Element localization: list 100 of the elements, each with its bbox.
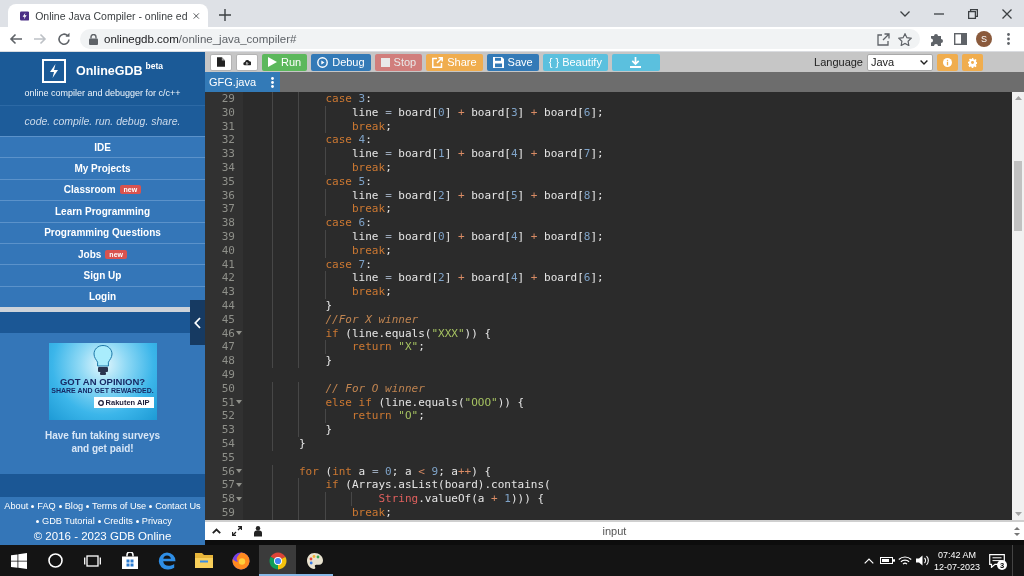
line-number: 35 <box>221 174 235 189</box>
star-icon[interactable] <box>898 32 912 46</box>
site-name[interactable]: OnlineGDB <box>75 64 143 78</box>
scrollbar-thumb[interactable] <box>1014 161 1022 231</box>
code-editor[interactable] <box>205 92 1024 520</box>
caret-up-icon[interactable] <box>212 528 221 534</box>
code-line: // For O winner <box>325 381 425 396</box>
save-button[interactable]: Save <box>486 53 539 71</box>
restore-icon[interactable] <box>968 8 978 19</box>
kebab-menu-icon[interactable] <box>1006 33 1010 45</box>
code-line: break; <box>352 119 392 134</box>
browser-icon[interactable] <box>268 551 287 570</box>
expand-arrows-icon[interactable] <box>232 526 242 536</box>
minimize-icon[interactable] <box>934 12 944 15</box>
search-icon[interactable] <box>48 553 63 568</box>
line-number: 43 <box>221 285 235 299</box>
footer-link[interactable]: About <box>4 499 29 515</box>
clock-date[interactable]: 12-07-2023 <box>933 560 980 573</box>
address-bar[interactable]: onlinegdb.com/online_java_compiler# <box>80 29 920 49</box>
scroll-down-icon[interactable] <box>1014 532 1020 536</box>
sidebar-link[interactable]: Programming Questions <box>0 221 205 243</box>
upload-button[interactable] <box>236 53 258 71</box>
file-icon[interactable] <box>217 56 225 68</box>
fox-browser-icon[interactable] <box>231 551 250 570</box>
fold-icon[interactable] <box>236 469 242 474</box>
profile-avatar[interactable]: S <box>976 31 992 47</box>
debug-button[interactable]: Debug <box>311 53 371 71</box>
code-line: line = board[2] + board[4] + board[6]; <box>352 271 604 286</box>
scroll-up-icon[interactable] <box>1014 526 1020 530</box>
footer-link[interactable]: Contact Us <box>155 499 201 515</box>
footer-link[interactable]: GDB Tutorial <box>42 514 95 530</box>
chevron-down-icon[interactable] <box>900 10 910 17</box>
person-icon[interactable] <box>253 525 263 537</box>
swirl-logo-icon[interactable] <box>157 551 176 570</box>
line-number: 30 <box>221 105 235 120</box>
scrollbar[interactable] <box>1012 92 1024 520</box>
fold-icon[interactable] <box>236 497 242 501</box>
footer-link[interactable]: Privacy <box>141 514 172 530</box>
footer-link[interactable]: FAQ <box>37 499 56 515</box>
battery-icon[interactable] <box>879 556 895 565</box>
side-panel-icon[interactable] <box>953 33 967 45</box>
footer-link[interactable]: Blog <box>64 499 84 515</box>
line-number: 58 <box>221 492 235 506</box>
task-view-icon[interactable] <box>84 553 101 568</box>
code-line: case 5: <box>325 174 372 189</box>
code-line: } <box>325 354 333 368</box>
puzzle-icon[interactable] <box>929 32 943 46</box>
code-line: if (line.equals("XXX")) { <box>325 326 492 341</box>
line-number: 53 <box>221 423 235 437</box>
reload-icon[interactable] <box>57 32 71 46</box>
code-line: break; <box>352 243 392 258</box>
play-circle-icon[interactable] <box>317 56 329 68</box>
line-number: 57 <box>221 478 235 493</box>
line-number: 55 <box>221 450 235 465</box>
palette-icon[interactable] <box>305 551 324 570</box>
kebab-menu-icon[interactable] <box>271 76 274 88</box>
save-icon[interactable] <box>492 56 504 68</box>
clock-time[interactable]: 07:42 AM <box>938 548 976 561</box>
sidebar-link[interactable]: Learn Programming <box>0 200 205 222</box>
sidebar-link[interactable]: Sign Up <box>0 264 205 286</box>
wifi-icon[interactable] <box>898 555 912 566</box>
code-line: case 4: <box>325 133 372 148</box>
plus-icon[interactable] <box>219 8 231 21</box>
collapse-sidebar-button[interactable] <box>190 300 205 345</box>
browser-tab[interactable]: Online Java Compiler - online ed <box>8 4 208 27</box>
chevron-up-icon[interactable] <box>864 557 874 564</box>
back-arrow-icon[interactable] <box>9 32 23 46</box>
shopping-bag-icon[interactable] <box>121 552 138 569</box>
new-file-button[interactable] <box>210 53 232 71</box>
line-number: 47 <box>221 340 235 355</box>
file-tab[interactable]: GFG.java <box>205 72 280 92</box>
sidebar-link[interactable]: My Projects <box>0 157 205 179</box>
chevron-down-icon[interactable] <box>920 59 928 65</box>
tagline-banner: code. compile. run. debug. share. <box>0 106 205 136</box>
code-line: } <box>325 423 333 437</box>
line-number: 59 <box>221 505 235 520</box>
lightning-logo-icon[interactable] <box>41 59 66 83</box>
code-line: //For X winner <box>325 312 419 327</box>
folder-icon[interactable] <box>194 553 213 568</box>
notification-icon[interactable] <box>989 553 1005 568</box>
line-number: 56 <box>221 464 235 479</box>
line-number: 45 <box>221 312 235 327</box>
footer-link[interactable]: Credits <box>103 514 133 530</box>
fold-icon[interactable] <box>236 483 242 488</box>
taskbar-button[interactable] <box>259 545 296 576</box>
close-icon[interactable] <box>193 10 200 21</box>
site-subtitle: online compiler and debugger for c/c++ <box>24 88 181 98</box>
chevron-left-icon[interactable] <box>194 316 201 329</box>
ad-headline: GOT AN OPINION? <box>59 376 146 388</box>
language-select[interactable]: Java <box>867 53 933 71</box>
copyright-text: © 2016 - 2023 GDB Online <box>33 529 172 545</box>
fold-icon[interactable] <box>236 400 242 405</box>
start-icon[interactable] <box>10 552 27 569</box>
sidebar-link[interactable]: IDE <box>0 136 205 158</box>
close-icon[interactable] <box>1002 8 1012 19</box>
run-button[interactable]: Run <box>262 53 308 71</box>
fold-icon[interactable] <box>236 331 242 336</box>
volume-icon[interactable] <box>916 555 930 566</box>
share-icon[interactable] <box>877 32 890 46</box>
footer-link[interactable]: Terms of Use <box>92 499 147 515</box>
